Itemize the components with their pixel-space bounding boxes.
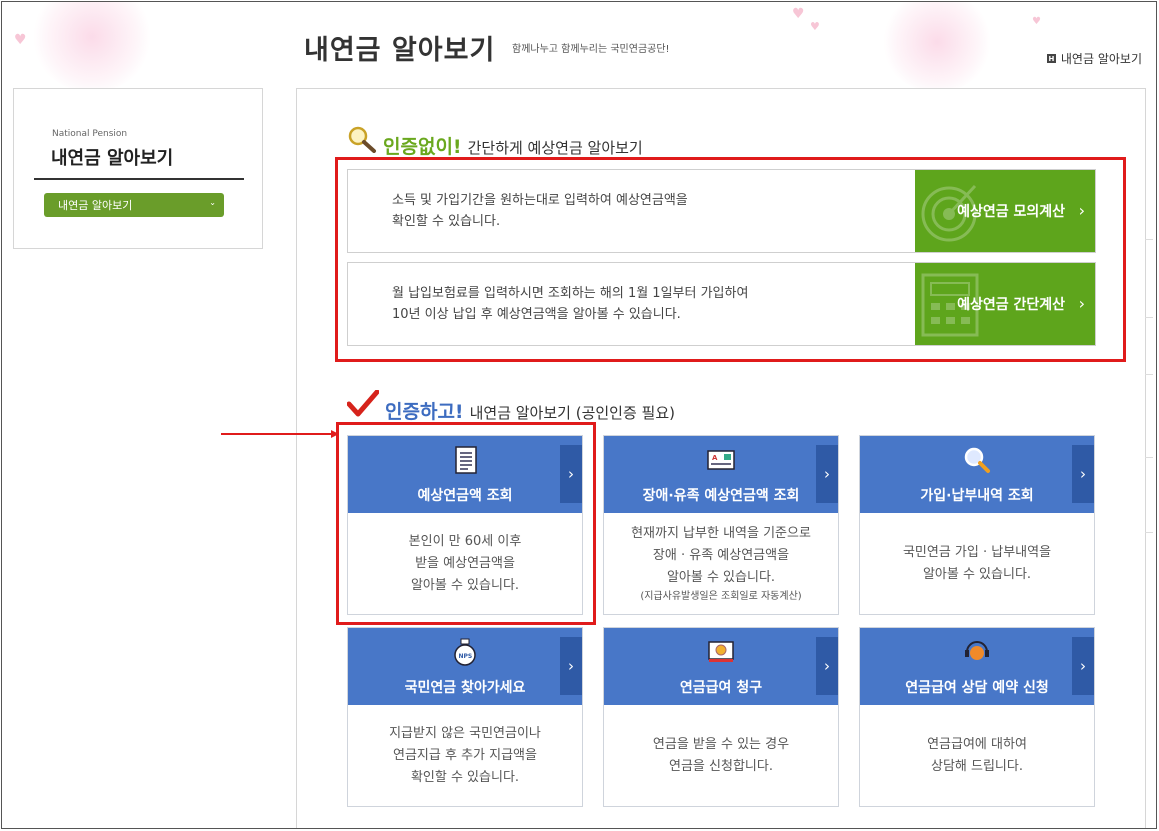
card-title: 국민연금 찾아가세요 xyxy=(404,680,526,696)
simple-calc-button[interactable]: 예상연금 간단계산 › xyxy=(915,263,1095,345)
calc-desc-line: 10년 이상 납입 후 예상연금액을 알아볼 수 있습니다. xyxy=(392,307,681,322)
section-highlight: 인증없이! xyxy=(383,136,462,158)
chevron-right-icon: › xyxy=(1072,637,1094,695)
card-title: 연금급여 청구 xyxy=(679,680,763,696)
chevron-right-icon: › xyxy=(816,637,838,695)
card-desc-line: 지급받지 않은 국민연금이나 xyxy=(389,725,541,741)
decor-heart-icon: ♥ xyxy=(792,6,805,22)
card-title: 연금급여 상담 예약 신청 xyxy=(905,680,1049,696)
card-description: 국민연금 가입 · 납부내역을 알아볼 수 있습니다. xyxy=(860,513,1094,614)
chevron-right-icon: › xyxy=(560,637,582,695)
calc-row-simple: 월 납입보험료를 입력하시면 조회하는 해의 1월 1일부터 가입하여 10년 … xyxy=(347,262,1096,346)
card-description: 현재까지 납부한 내역을 기준으로 장애 · 유족 예상연금액을 알아볼 수 있… xyxy=(604,513,838,614)
card-desc-line: 연금급여에 대하여 xyxy=(927,736,1027,752)
scroll-edge-mark xyxy=(1145,317,1153,318)
chevron-right-icon: › xyxy=(816,445,838,503)
section-heading-auth: 인증하고! 내연금 알아보기 (공인인증 필요) xyxy=(347,390,675,424)
section-text: 간단하게 예상연금 알아보기 xyxy=(467,139,643,157)
card-benefit-claim: 연금급여 청구 › 연금을 받을 수 있는 경우 연금을 신청합니다. xyxy=(603,627,839,807)
page-tagline: 함께나누고 함께누리는 국민연금공단! xyxy=(512,44,670,55)
card-disability-survivor: A 장애·유족 예상연금액 조회 › 현재까지 납부한 내역을 기준으로 장애 … xyxy=(603,435,839,615)
svg-text:NPS: NPS xyxy=(459,653,473,660)
id-card-icon: A xyxy=(707,450,735,470)
decor-blob xyxy=(32,2,152,92)
money-bag-icon: NPS xyxy=(454,638,476,666)
card-description: 연금급여에 대하여 상담해 드립니다. xyxy=(860,705,1094,806)
calc-desc-line: 확인할 수 있습니다. xyxy=(392,214,501,229)
magnifier-icon xyxy=(348,126,376,153)
decor-heart-icon: ♥ xyxy=(14,32,27,48)
sidebar-divider xyxy=(34,178,244,180)
calc-row-description: 월 납입보험료를 입력하시면 조회하는 해의 1월 1일부터 가입하여 10년 … xyxy=(348,263,915,345)
calc-desc-line: 월 납입보험료를 입력하시면 조회하는 해의 1월 1일부터 가입하여 xyxy=(392,286,749,301)
scroll-edge-mark xyxy=(1145,457,1153,458)
decor-blob xyxy=(882,2,992,92)
card-subscription-history-button[interactable]: 가입·납부내역 조회 › xyxy=(860,436,1094,513)
annotation-arrow-icon xyxy=(221,430,339,438)
calc-desc-line: 소득 및 가입기간을 원하는대로 입력하여 예상연금액을 xyxy=(392,193,688,208)
card-desc-line: 연금지급 후 추가 지급액을 xyxy=(393,747,537,763)
breadcrumb-label: 내연금 알아보기 xyxy=(1060,52,1142,66)
sidebar-subtitle: National Pension xyxy=(52,129,128,139)
calculator-icon xyxy=(921,273,979,337)
breadcrumb-home-link[interactable]: H 내연금 알아보기 xyxy=(1046,50,1142,67)
card-desc-line: 연금을 신청합니다. xyxy=(669,758,773,774)
card-consultation-booking: 연금급여 상담 예약 신청 › 연금급여에 대하여 상담해 드립니다. xyxy=(859,627,1095,807)
chevron-down-icon: ⌄ xyxy=(209,198,216,207)
card-title: 장애·유족 예상연금액 조회 xyxy=(642,488,800,504)
section-text: 내연금 알아보기 (공인인증 필요) xyxy=(469,404,676,422)
page-title: 내연금 알아보기 xyxy=(304,35,496,66)
highlight-box xyxy=(336,422,596,625)
decor-heart-icon: ♥ xyxy=(810,20,820,33)
scroll-edge-mark xyxy=(1145,374,1153,375)
card-find-pension: NPS 국민연금 찾아가세요 › 지급받지 않은 국민연금이나 연금지급 후 추… xyxy=(347,627,583,807)
card-consultation-booking-button[interactable]: 연금급여 상담 예약 신청 › xyxy=(860,628,1094,705)
card-desc-line: 국민연금 가입 · 납부내역을 xyxy=(902,544,1052,560)
section-heading-simple: 인증없이! 간단하게 예상연금 알아보기 xyxy=(347,125,643,159)
chevron-right-icon: › xyxy=(1072,445,1094,503)
home-icon: H xyxy=(1046,54,1056,63)
mock-calc-button[interactable]: 예상연금 모의계산 › xyxy=(915,170,1095,252)
scroll-edge-mark xyxy=(1145,239,1153,240)
card-note: (지급사유발생일은 조회일로 자동계산) xyxy=(640,591,802,602)
scroll-edge-mark xyxy=(1145,532,1153,533)
card-disability-survivor-button[interactable]: A 장애·유족 예상연금액 조회 › xyxy=(604,436,838,513)
sidebar-title: 내연금 알아보기 xyxy=(51,148,174,169)
headset-icon xyxy=(965,641,989,660)
main-panel: 인증없이! 간단하게 예상연금 알아보기 소득 및 가입기간을 원하는대로 입력… xyxy=(296,88,1146,828)
calc-row-description: 소득 및 가입기간을 원하는대로 입력하여 예상연금액을 확인할 수 있습니다. xyxy=(348,170,915,252)
svg-text:A: A xyxy=(712,454,718,462)
section-highlight: 인증하고! xyxy=(385,401,464,423)
sidebar-menu-label: 내연금 알아보기 xyxy=(58,199,133,212)
card-subscription-history: 가입·납부내역 조회 › 국민연금 가입 · 납부내역을 알아볼 수 있습니다. xyxy=(859,435,1095,615)
decor-heart-icon: ♥ xyxy=(1032,16,1041,27)
card-benefit-claim-button[interactable]: 연금급여 청구 › xyxy=(604,628,838,705)
card-desc-line: 현재까지 납부한 내역을 기준으로 xyxy=(631,526,811,541)
card-description: 지급받지 않은 국민연금이나 연금지급 후 추가 지급액을 확인할 수 있습니다… xyxy=(348,705,582,806)
card-find-pension-button[interactable]: NPS 국민연금 찾아가세요 › xyxy=(348,628,582,705)
card-desc-line: 확인할 수 있습니다. xyxy=(410,769,520,785)
checkmark-icon xyxy=(347,390,379,417)
card-description: 연금을 받을 수 있는 경우 연금을 신청합니다. xyxy=(604,705,838,806)
card-desc-line: 알아볼 수 있습니다. xyxy=(666,570,776,585)
card-desc-line: 장애 · 유족 예상연금액을 xyxy=(652,548,790,563)
chevron-right-icon: › xyxy=(1078,294,1085,313)
card-desc-line: 연금을 받을 수 있는 경우 xyxy=(652,736,790,752)
magnifier-icon xyxy=(964,447,990,473)
claim-monitor-icon xyxy=(708,641,734,662)
window-frame: ♥ ♥ ♥ ♥ 내연금 알아보기 함께나누고 함께누리는 국민연금공단! H 내… xyxy=(1,1,1157,829)
card-desc-line: 상담해 드립니다. xyxy=(931,758,1023,774)
sidebar: National Pension 내연금 알아보기 내연금 알아보기 ⌄ xyxy=(13,88,263,249)
sidebar-menu-dropdown[interactable]: 내연금 알아보기 ⌄ xyxy=(44,193,224,217)
card-desc-line: 알아볼 수 있습니다. xyxy=(922,566,1032,582)
target-icon xyxy=(921,184,977,242)
card-title: 가입·납부내역 조회 xyxy=(920,488,1034,504)
calc-row-mock: 소득 및 가입기간을 원하는대로 입력하여 예상연금액을 확인할 수 있습니다.… xyxy=(347,169,1096,253)
chevron-right-icon: › xyxy=(1078,201,1085,220)
